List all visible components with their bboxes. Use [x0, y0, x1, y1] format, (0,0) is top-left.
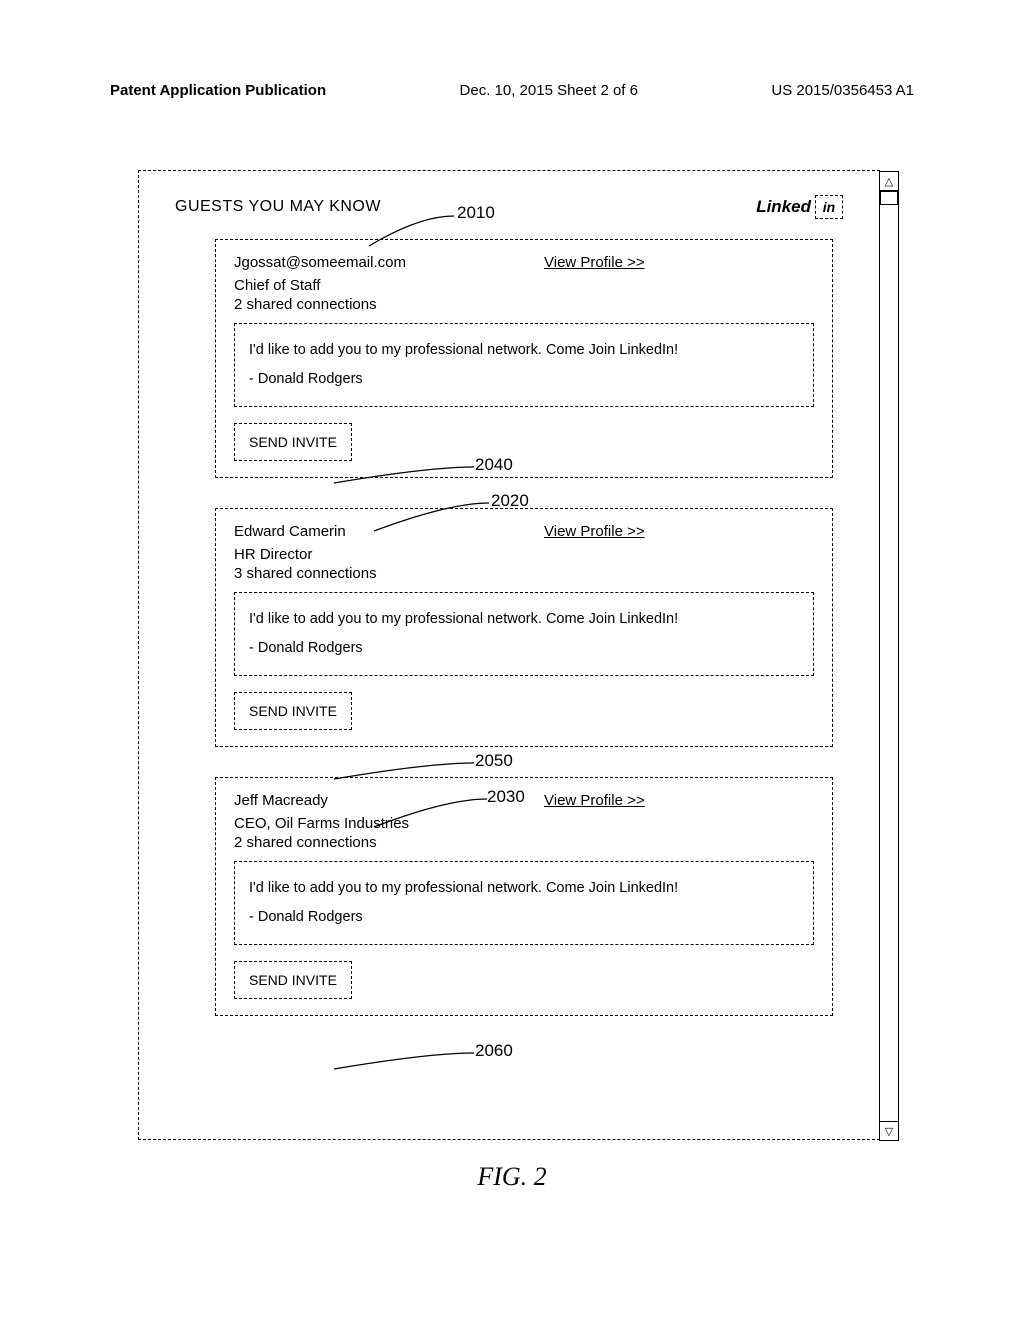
app-window: △ ▽ GUESTS YOU MAY KNOW Linked in Jgossa… [138, 170, 880, 1140]
guest-role: HR Director [234, 546, 814, 563]
invite-message[interactable]: I'd like to add you to my professional n… [234, 861, 814, 945]
shared-connections: 2 shared connections [234, 834, 814, 851]
ref-2010: 2010 [457, 203, 495, 223]
ref-2040: 2040 [475, 455, 513, 475]
ref-2060: 2060 [475, 1041, 513, 1061]
leader-line [329, 1047, 479, 1077]
guest-role: CEO, Oil Farms Industries [234, 815, 814, 832]
shared-connections: 3 shared connections [234, 565, 814, 582]
header-pubnum: US 2015/0356453 A1 [771, 82, 914, 99]
page-title: GUESTS YOU MAY KNOW [175, 198, 381, 216]
guest-name: Jgossat@someemail.com [234, 254, 444, 271]
view-profile-link[interactable]: View Profile >> [544, 254, 645, 271]
message-signature: - Donald Rodgers [249, 903, 799, 932]
leader-line [369, 795, 491, 831]
message-line: I'd like to add you to my professional n… [249, 336, 799, 365]
guest-card: Jgossat@someemail.com View Profile >> Ch… [215, 239, 833, 478]
page-header: Patent Application Publication Dec. 10, … [0, 82, 1024, 99]
scroll-up-icon[interactable]: △ [879, 171, 899, 191]
send-invite-button[interactable]: SEND INVITE [234, 961, 352, 999]
leader-line [329, 757, 479, 787]
ref-2030: 2030 [487, 787, 525, 807]
figure-area: △ ▽ GUESTS YOU MAY KNOW Linked in Jgossa… [138, 170, 886, 1192]
logo-text: Linked [756, 197, 811, 217]
scroll-track[interactable] [879, 191, 899, 1121]
guest-role: Chief of Staff [234, 277, 814, 294]
view-profile-link[interactable]: View Profile >> [544, 523, 645, 540]
view-profile-link[interactable]: View Profile >> [544, 792, 645, 809]
scrollbar[interactable]: △ ▽ [879, 171, 899, 1141]
message-signature: - Donald Rodgers [249, 365, 799, 394]
logo-in-box: in [815, 195, 843, 219]
invite-message[interactable]: I'd like to add you to my professional n… [234, 323, 814, 407]
header-date-sheet: Dec. 10, 2015 Sheet 2 of 6 [460, 82, 638, 99]
scroll-down-icon[interactable]: ▽ [879, 1121, 899, 1141]
message-signature: - Donald Rodgers [249, 634, 799, 663]
shared-connections: 2 shared connections [234, 296, 814, 313]
leader-line [359, 211, 459, 251]
ref-2050: 2050 [475, 751, 513, 771]
linkedin-logo: Linked in [756, 195, 843, 219]
message-line: I'd like to add you to my professional n… [249, 605, 799, 634]
guest-card: Edward Camerin View Profile >> HR Direct… [215, 508, 833, 747]
header-publication: Patent Application Publication [110, 82, 326, 99]
ref-2020: 2020 [491, 491, 529, 511]
send-invite-button[interactable]: SEND INVITE [234, 692, 352, 730]
send-invite-button[interactable]: SEND INVITE [234, 423, 352, 461]
invite-message[interactable]: I'd like to add you to my professional n… [234, 592, 814, 676]
leader-line [329, 461, 479, 491]
figure-caption: FIG. 2 [138, 1162, 886, 1192]
leader-line [369, 499, 494, 535]
guest-card: Jeff Macready View Profile >> CEO, Oil F… [215, 777, 833, 1016]
scroll-thumb[interactable] [880, 191, 898, 205]
message-line: I'd like to add you to my professional n… [249, 874, 799, 903]
